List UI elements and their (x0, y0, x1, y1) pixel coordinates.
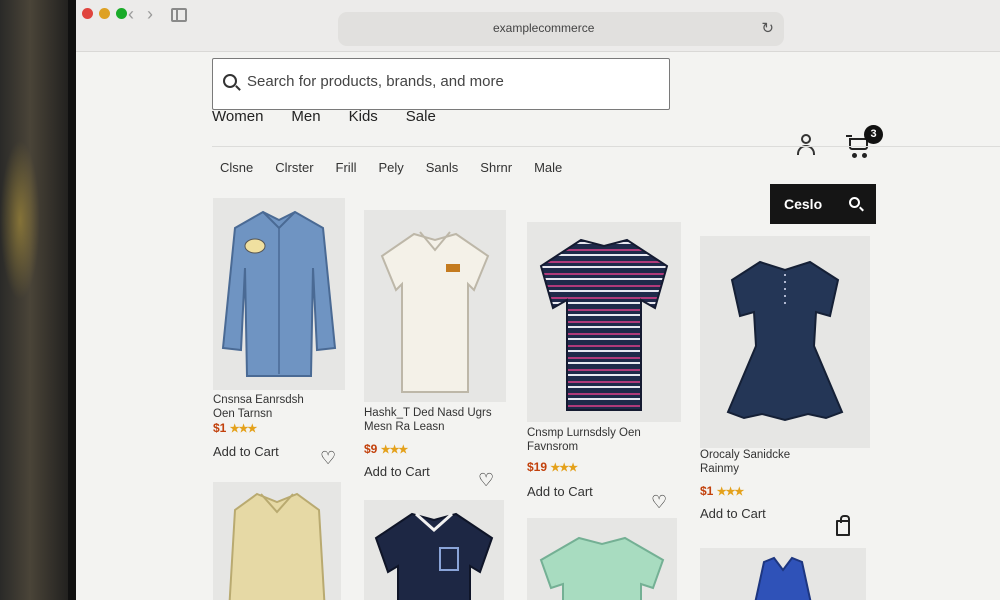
product-image[interactable] (700, 236, 870, 448)
product-price: $9 ★★★ (364, 442, 409, 456)
subcategory-nav: Clsne Clrster Frill Pely Sanls Shrnr Mal… (220, 160, 562, 175)
subnav-item[interactable]: Frill (336, 160, 357, 175)
dress-image (754, 556, 812, 600)
site-search-bar[interactable] (212, 58, 670, 110)
main-category-nav: Women Men Kids Sale (212, 108, 436, 125)
subnav-item[interactable]: Pely (378, 160, 403, 175)
close-window-button[interactable] (82, 8, 93, 19)
product-price: $1 ★★★ (700, 484, 745, 498)
shirt-shape (374, 512, 494, 600)
rating-stars: ★★★ (229, 423, 258, 435)
window-controls (82, 8, 127, 19)
product-image[interactable] (364, 210, 506, 402)
search-icon (223, 74, 237, 88)
search-button-label: Ceslo (784, 196, 823, 212)
dress-shape (726, 260, 844, 422)
subnav-item[interactable]: Shrnr (480, 160, 512, 175)
dress-shape (754, 556, 812, 600)
product-image[interactable] (213, 198, 345, 390)
minimize-window-button[interactable] (99, 8, 110, 19)
search-icon (849, 197, 860, 208)
product-name[interactable]: Cnsmp Lurnsdsly Oen Favnsrom (527, 426, 647, 454)
shirt-image (221, 210, 337, 377)
account-icon[interactable] (796, 132, 816, 156)
shirt-image (380, 231, 490, 393)
product-price: $19 ★★★ (527, 460, 578, 474)
heart-icon[interactable]: ♡ (651, 492, 667, 513)
shirt-shape (539, 238, 669, 411)
address-bar[interactable]: examplecommerce ↻ (338, 12, 784, 46)
back-forward-icon[interactable]: ‹ › (128, 4, 157, 25)
background-photo (0, 0, 75, 600)
search-input[interactable] (247, 73, 647, 90)
reload-icon[interactable]: ↻ (761, 19, 774, 37)
subnav-item[interactable]: Male (534, 160, 562, 175)
product-name[interactable]: Orocaly Sanidcke Rainmy (700, 448, 830, 476)
add-to-cart-button[interactable]: Add to Cart (527, 484, 593, 499)
product-card[interactable]: Cnsmp Lurnsdsly Oen Favnsrom $19 ★★★ Add… (527, 222, 681, 512)
heart-icon[interactable]: ♡ (478, 470, 494, 491)
product-card[interactable] (213, 482, 341, 600)
shirt-shape (539, 536, 665, 600)
shirt-shape (380, 232, 490, 393)
nav-item-men[interactable]: Men (291, 108, 320, 125)
nav-item-sale[interactable]: Sale (406, 108, 436, 125)
subnav-item[interactable]: Clsne (220, 160, 253, 175)
browser-toolbar: ‹ › examplecommerce ↻ (76, 0, 1000, 52)
header-divider (212, 146, 1000, 147)
zoom-window-button[interactable] (116, 8, 127, 19)
heart-icon[interactable]: ♡ (320, 448, 336, 469)
dress-image (726, 260, 844, 422)
product-card[interactable]: Orocaly Sanidcke Rainmy $1 ★★★ Add to Ca… (700, 236, 870, 546)
product-image[interactable] (364, 500, 504, 600)
product-card[interactable] (527, 518, 677, 600)
sidebar-toggle-icon[interactable] (171, 8, 187, 22)
product-image[interactable] (213, 482, 341, 600)
product-card[interactable] (364, 500, 504, 600)
nav-item-women[interactable]: Women (212, 108, 263, 125)
add-to-cart-button[interactable]: Add to Cart (700, 506, 766, 521)
shirt-image (539, 536, 665, 600)
shirt-image (374, 512, 494, 600)
product-card[interactable]: Hashk_T Ded Nasd Ugrs Mesn Ra Leasn $9 ★… (364, 210, 506, 490)
product-name[interactable]: Hashk_T Ded Nasd Ugrs Mesn Ra Leasn (364, 406, 494, 434)
product-card[interactable]: Cnsnsa Eanrsdsh Oen Tarnsn $1 ★★★ Add to… (213, 198, 345, 468)
nav-item-kids[interactable]: Kids (349, 108, 378, 125)
product-image[interactable] (527, 518, 677, 600)
subnav-item[interactable]: Sanls (426, 160, 459, 175)
product-name[interactable]: Cnsnsa Eanrsdsh Oen Tarnsn (213, 393, 323, 421)
bag-icon[interactable] (836, 515, 850, 536)
url-text: examplecommerce (493, 21, 595, 35)
subnav-item[interactable]: Clrster (275, 160, 313, 175)
product-price: $1 ★★★ (213, 421, 258, 435)
add-to-cart-button[interactable]: Add to Cart (364, 464, 430, 479)
rating-stars: ★★★ (550, 462, 578, 474)
product-card[interactable] (700, 548, 866, 600)
search-button[interactable]: Ceslo (770, 184, 876, 224)
product-image[interactable] (527, 222, 681, 422)
shirt-shape (228, 492, 326, 600)
product-image[interactable] (700, 548, 866, 600)
shirt-image (539, 238, 669, 411)
add-to-cart-button[interactable]: Add to Cart (213, 444, 279, 459)
rating-stars: ★★★ (380, 444, 409, 456)
cart-count-badge: 3 (864, 125, 883, 144)
browser-window: ‹ › examplecommerce ↻ Women Men Kids Sal… (76, 0, 1000, 600)
shirt-image (228, 492, 326, 600)
rating-stars: ★★★ (716, 486, 745, 498)
